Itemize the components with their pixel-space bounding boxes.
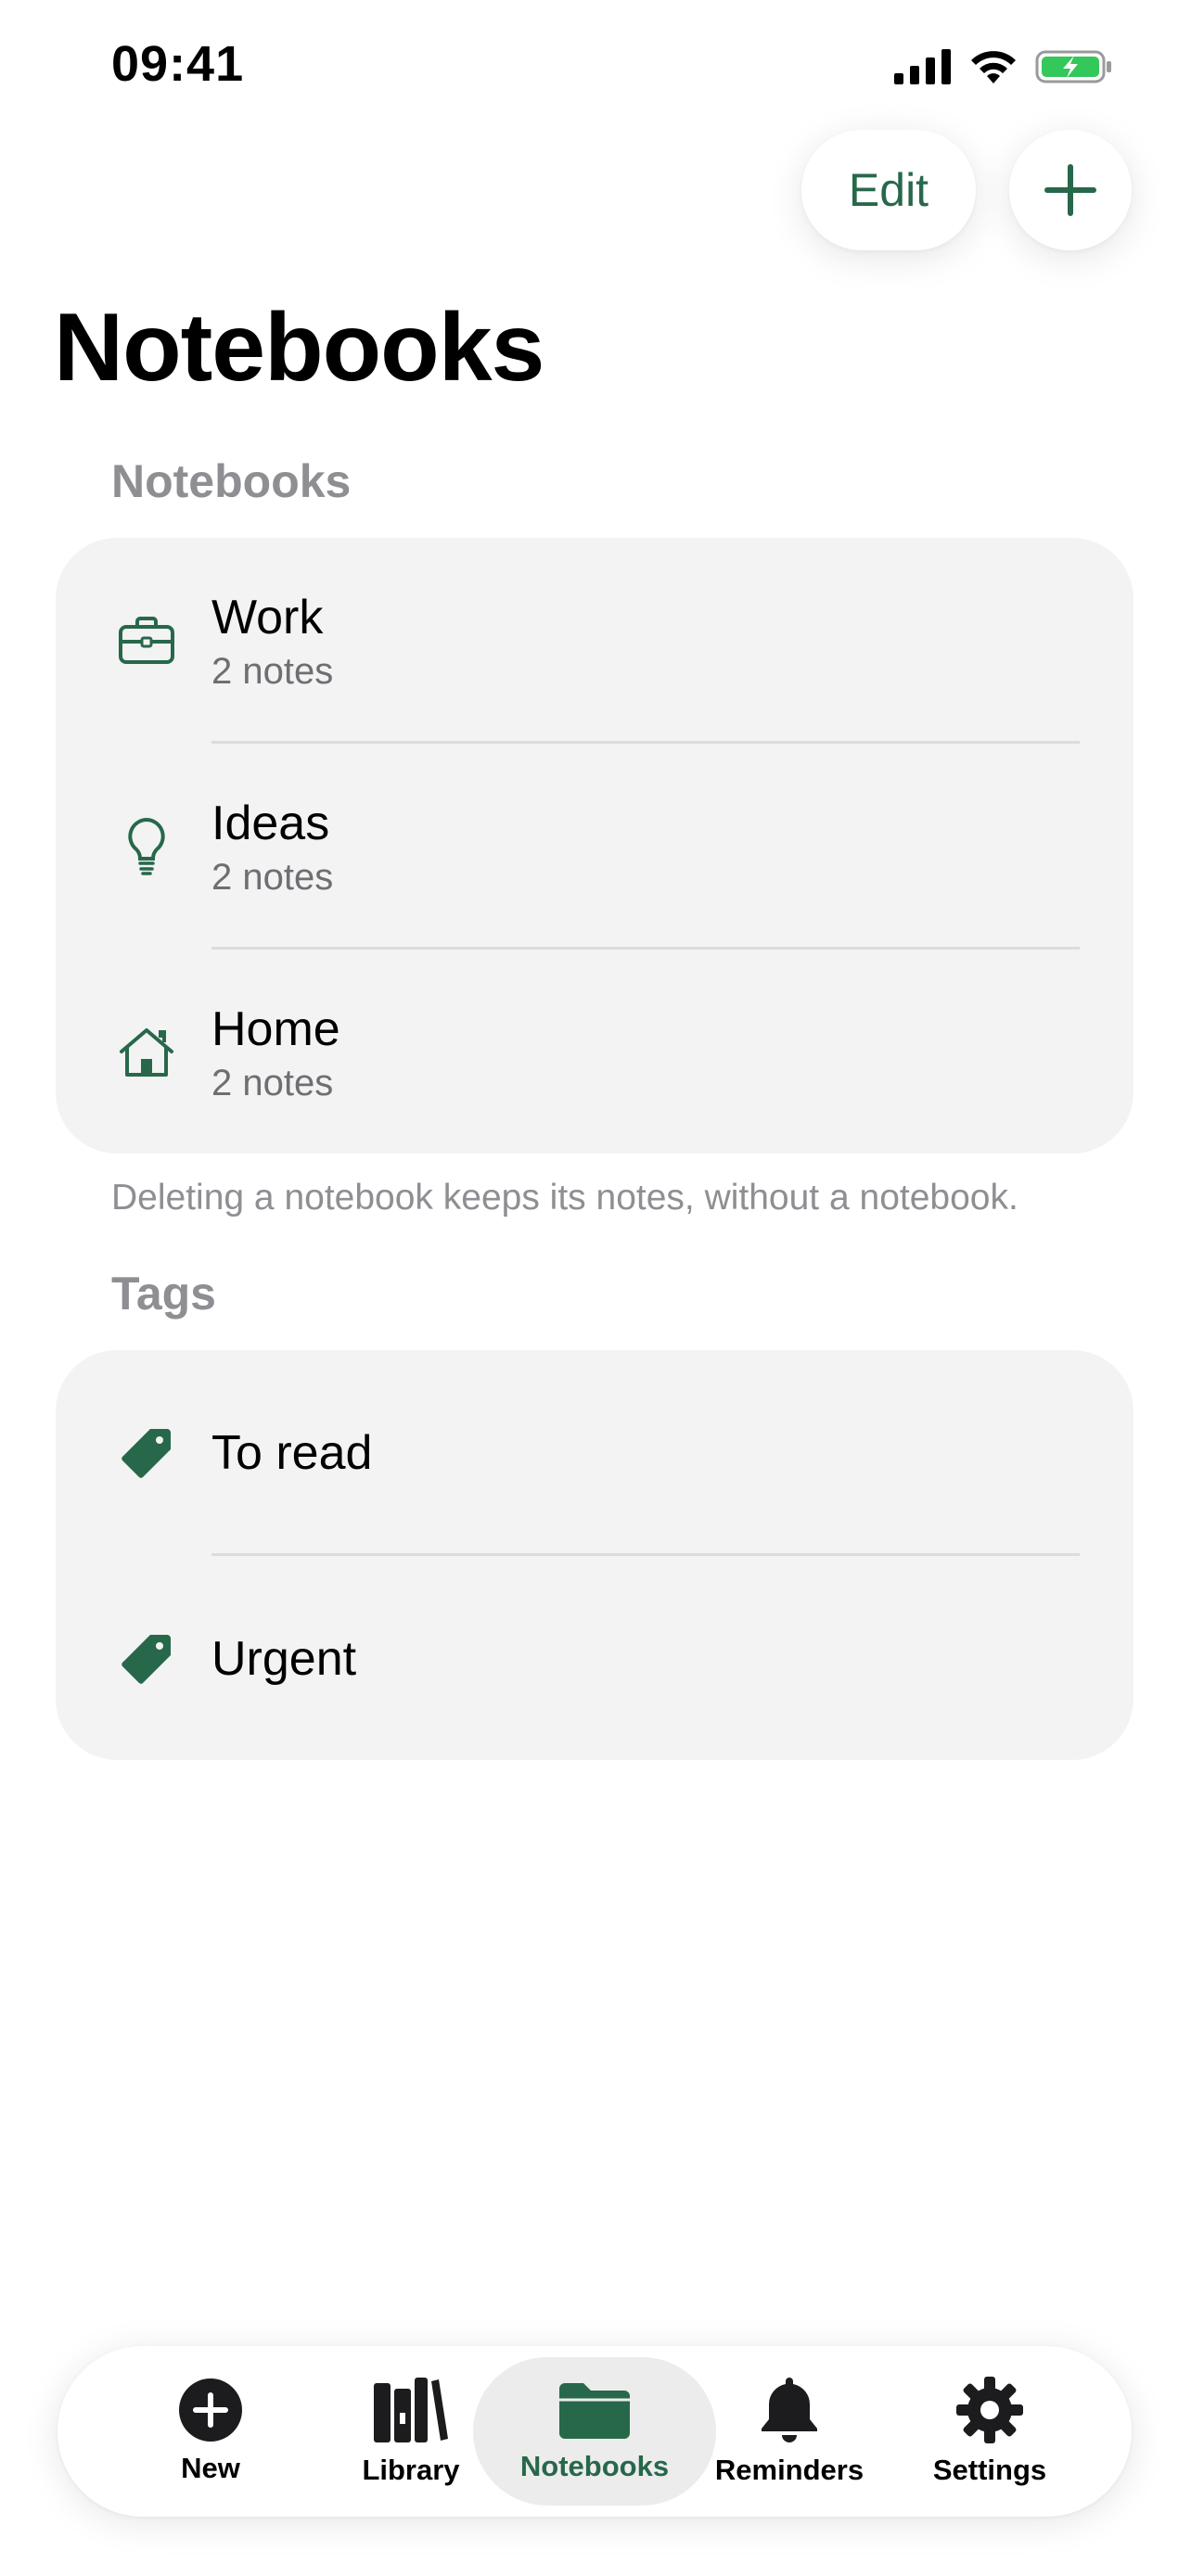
tab-label: Reminders (714, 2454, 864, 2486)
tag-title: Urgent (211, 1632, 357, 1686)
tab-settings[interactable]: Settings (911, 2346, 1069, 2517)
notebook-row-home[interactable]: Home 2 notes (56, 950, 1133, 1155)
tab-reminders[interactable]: Reminders (701, 2346, 877, 2517)
tab-label: Library (362, 2454, 460, 2486)
status-bar: 09:41 (0, 0, 1191, 139)
tag-row-urgent[interactable]: Urgent (56, 1556, 1133, 1762)
tab-notebooks[interactable]: Notebooks (473, 2346, 716, 2517)
tab-new[interactable]: New (132, 2346, 289, 2517)
bell-icon (762, 2378, 817, 2442)
folder-icon (559, 2383, 630, 2439)
notebook-note-count: 2 notes (211, 1063, 334, 1103)
notebook-note-count: 2 notes (211, 857, 334, 898)
notebook-note-count: 2 notes (211, 651, 334, 692)
tag-row-to-read[interactable]: To read (56, 1350, 1133, 1556)
status-icons (894, 48, 1113, 85)
tab-library[interactable]: Library (332, 2346, 490, 2517)
tab-label: New (181, 2452, 240, 2484)
edit-button[interactable]: Edit (801, 130, 976, 250)
battery-charging-icon (1035, 50, 1111, 83)
top-actions: Edit (801, 130, 1132, 250)
notebook-row-ideas[interactable]: Ideas 2 notes (56, 744, 1133, 950)
notebooks-card: Work 2 notes Ideas 2 notes Home 2 notes (56, 538, 1133, 1154)
status-time: 09:41 (111, 36, 245, 92)
house-icon (117, 1023, 176, 1082)
notebooks-section-header: Notebooks (111, 455, 352, 507)
books-icon (374, 2378, 448, 2442)
plus-circle-icon (179, 2378, 242, 2442)
tag-icon (117, 1629, 176, 1689)
cellular-signal-icon (894, 49, 951, 84)
briefcase-icon (117, 611, 176, 670)
notebook-title: Work (211, 591, 324, 644)
tag-title: To read (211, 1426, 373, 1480)
notebook-title: Ideas (211, 797, 330, 850)
tab-label: Settings (932, 2454, 1047, 2486)
wifi-icon (971, 51, 1016, 83)
add-button[interactable] (1009, 130, 1132, 250)
tab-bar: New Library Notebooks Reminders Settings (58, 2346, 1132, 2517)
tags-card: To read Urgent (56, 1350, 1133, 1760)
tags-section-header: Tags (111, 1268, 216, 1320)
notebook-row-work[interactable]: Work 2 notes (56, 538, 1133, 744)
page-title: Notebooks (54, 294, 544, 402)
tag-icon (117, 1423, 176, 1483)
lightbulb-icon (117, 817, 176, 876)
gear-icon (956, 2377, 1023, 2443)
notebooks-footer-note: Deleting a notebook keeps its notes, wit… (111, 1178, 1018, 1218)
tab-label: Notebooks (519, 2450, 670, 2482)
plus-icon (1044, 164, 1096, 216)
notebook-title: Home (211, 1002, 340, 1056)
